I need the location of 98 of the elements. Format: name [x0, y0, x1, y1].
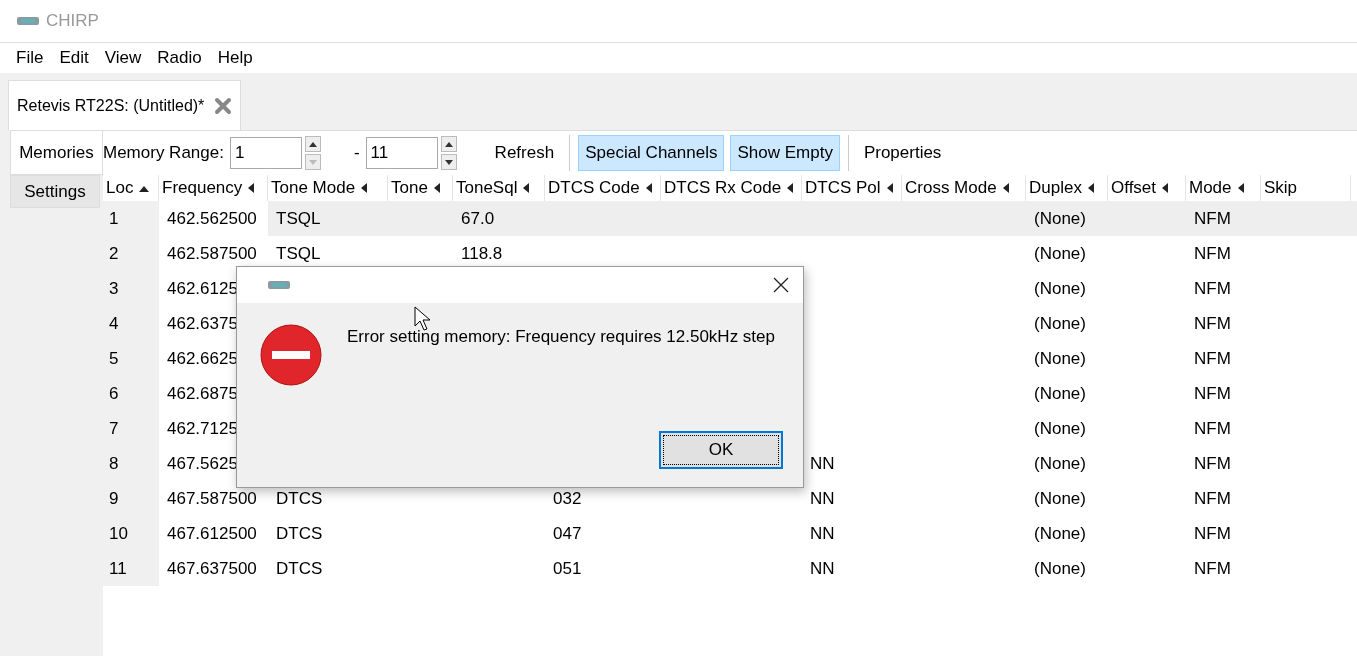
menu-item[interactable]: Radio [149, 48, 210, 68]
table-cell: DTCS [276, 523, 323, 544]
caret-icon [645, 183, 652, 193]
table-cell: (None) [1034, 418, 1086, 439]
side-tab[interactable]: Settings [10, 175, 100, 208]
dialog-app-icon [267, 280, 291, 290]
table-cell: (None) [1034, 278, 1086, 299]
table-cell: TSQL [276, 243, 321, 264]
side-tab[interactable]: Memories [10, 130, 103, 175]
table-cell: NFM [1194, 453, 1231, 474]
range-separator: - [353, 143, 360, 163]
row-number: 9 [109, 488, 119, 509]
table-cell: NFM [1194, 208, 1231, 229]
table-cell: 67.0 [461, 208, 495, 229]
caret-icon [1162, 183, 1169, 193]
ok-button[interactable]: OK [659, 431, 783, 469]
caret-icon [523, 183, 530, 193]
table-cell: 467.637500 [167, 558, 257, 579]
table-cell: NFM [1194, 523, 1231, 544]
table-cell: NFM [1194, 348, 1231, 369]
table-cell: 032 [553, 488, 582, 509]
table-cell: NN [810, 488, 835, 509]
table-cell: NFM [1194, 418, 1231, 439]
row-number: 7 [109, 418, 119, 439]
table-cell: 047 [553, 523, 582, 544]
spin-input[interactable]: 1 [229, 137, 302, 169]
toolbar-button[interactable]: Properties [856, 135, 949, 171]
table-cell: TSQL [276, 208, 321, 229]
menu-item[interactable]: File [8, 48, 52, 68]
row-number: 10 [109, 523, 128, 544]
sort-ascending-icon [139, 184, 150, 192]
table-cell: (None) [1034, 313, 1086, 334]
table-cell: NFM [1194, 278, 1231, 299]
table-cell: (None) [1034, 523, 1086, 544]
table-cell: 462.562500 [167, 208, 257, 229]
toolbar-button[interactable]: Refresh [487, 135, 562, 171]
table-cell: 462.6875 [167, 383, 238, 404]
error-icon [259, 323, 323, 387]
error-message: Error setting memory: Frequency requires 12.50kHz step [347, 327, 775, 348]
row-number: 6 [109, 383, 119, 404]
toolbar-button[interactable]: Show Empty [730, 135, 840, 171]
caret-icon [248, 183, 255, 193]
row-number: 2 [109, 243, 119, 264]
caret-icon [1237, 183, 1244, 193]
row-number: 8 [109, 453, 119, 474]
document-tab[interactable]: Retevis RT22S: (Untitled)* [8, 80, 242, 130]
table-cell: (None) [1034, 558, 1086, 579]
menu-item[interactable]: View [96, 48, 150, 68]
range-label: Memory Range: [103, 143, 224, 163]
table-cell: NFM [1194, 558, 1231, 579]
menu-item[interactable]: Help [209, 48, 261, 68]
table-cell: (None) [1034, 383, 1086, 404]
table-cell: 467.5625 [167, 453, 238, 474]
table-cell: 462.6125 [167, 278, 238, 299]
spin-field[interactable]: 11 [365, 136, 462, 170]
table-cell: NN [810, 558, 835, 579]
row-number: 5 [109, 348, 119, 369]
caret-icon [361, 183, 368, 193]
app-icon [16, 16, 40, 26]
table-cell: 118.8 [461, 243, 503, 264]
row-number: 1 [109, 208, 119, 229]
table-cell: 462.7125 [167, 418, 238, 439]
toolbar-button[interactable]: Special Channels [578, 135, 725, 171]
table-cell: (None) [1034, 348, 1086, 369]
table-cell: DTCS [276, 488, 323, 509]
table-cell: (None) [1034, 488, 1086, 509]
table-cell: NFM [1194, 383, 1231, 404]
caret-icon [1087, 183, 1094, 193]
table-cell: NN [810, 523, 835, 544]
table-cell: 462.6625 [167, 348, 238, 369]
table-cell: (None) [1034, 208, 1086, 229]
table-cell: 462.6375 [167, 313, 238, 334]
table-cell: 462.587500 [167, 243, 257, 264]
spin-input[interactable]: 11 [365, 137, 438, 169]
row-number: 4 [109, 313, 119, 334]
table-cell: NFM [1194, 243, 1231, 264]
up-arrow-icon[interactable] [444, 141, 453, 147]
row-number: 11 [109, 558, 127, 579]
menu-item[interactable]: Edit [51, 48, 97, 68]
table-cell: (None) [1034, 453, 1086, 474]
caret-icon [886, 183, 893, 193]
table-cell: NFM [1194, 313, 1231, 334]
table-cell: (None) [1034, 243, 1086, 264]
up-arrow-icon[interactable] [308, 141, 317, 147]
table-cell: 467.587500 [167, 488, 257, 509]
down-arrow-icon[interactable] [444, 159, 453, 165]
caret-icon [787, 183, 794, 193]
table-cell: DTCS [276, 558, 323, 579]
table-cell: 051 [553, 558, 582, 579]
caret-icon [433, 183, 440, 193]
row-number: 3 [109, 278, 119, 299]
window-title: CHIRP [46, 11, 99, 31]
spin-field[interactable]: 1 [229, 136, 326, 170]
table-cell: NFM [1194, 488, 1231, 509]
close-icon[interactable] [773, 277, 789, 293]
caret-icon [1002, 183, 1009, 193]
table-cell: NN [810, 453, 835, 474]
table-cell: 467.612500 [167, 523, 257, 544]
